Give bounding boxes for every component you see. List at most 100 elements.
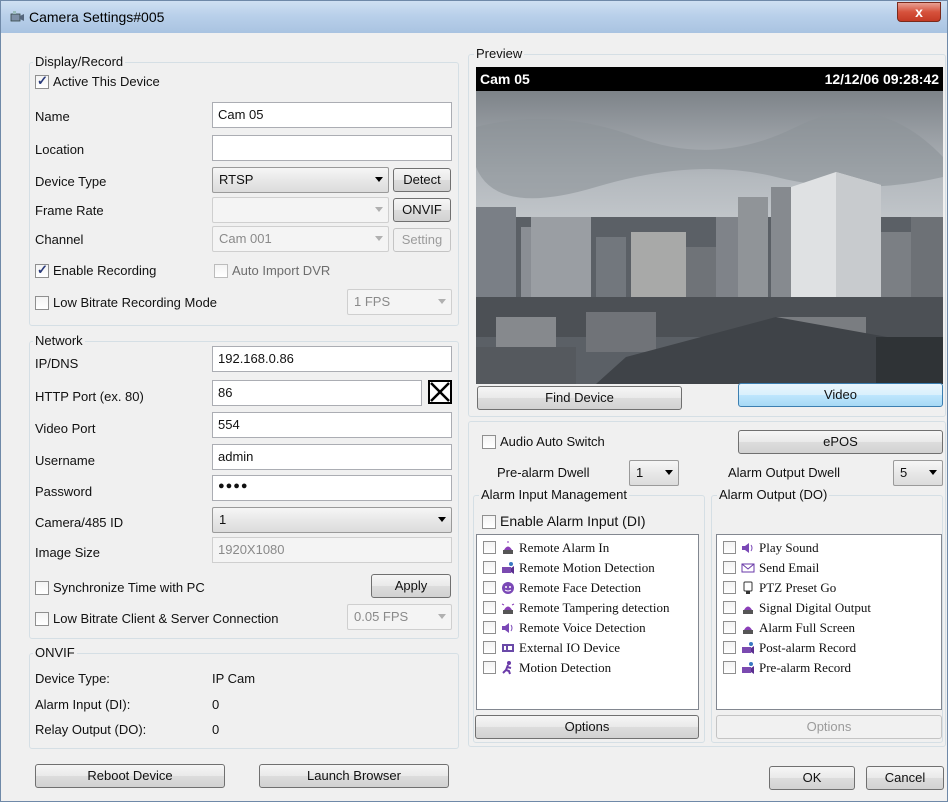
name-input[interactable]: Cam 05 bbox=[212, 102, 452, 128]
camera-id-value: 1 bbox=[219, 512, 227, 527]
onvif-alarm-input-value: 0 bbox=[212, 697, 220, 712]
location-input[interactable] bbox=[212, 135, 452, 161]
ok-button[interactable]: OK bbox=[769, 766, 855, 790]
pre-alarm-dwell-dropdown[interactable]: 1 bbox=[629, 460, 679, 486]
clear-x-icon[interactable] bbox=[428, 380, 452, 404]
camera-settings-window: Camera Settings#005 x Display/Record Act… bbox=[0, 0, 948, 802]
chevron-down-icon bbox=[665, 470, 673, 475]
list-item[interactable]: Remote Tampering detection bbox=[483, 599, 703, 617]
chevron-down-icon bbox=[375, 177, 383, 182]
low-bitrate-checkbox[interactable] bbox=[35, 296, 49, 310]
list-item-checkbox[interactable] bbox=[483, 641, 496, 654]
video-port-input[interactable]: 554 bbox=[212, 412, 452, 438]
active-device-label: Active This Device bbox=[53, 74, 160, 89]
list-item[interactable]: Motion Detection bbox=[483, 659, 703, 677]
list-item-checkbox[interactable] bbox=[723, 541, 736, 554]
camera-preview[interactable]: Cam 05 12/12/06 09:28:42 bbox=[476, 67, 943, 384]
alarm-output-dwell-label: Alarm Output Dwell bbox=[728, 465, 840, 480]
list-item[interactable]: Post-alarm Record bbox=[723, 639, 943, 657]
device-type-dropdown[interactable]: RTSP bbox=[212, 167, 389, 193]
alarm-output-list[interactable]: Play Sound Send Email PTZ Preset Go Sign… bbox=[716, 534, 942, 710]
alarm-output-options-button[interactable]: Options bbox=[716, 715, 942, 739]
camera-id-dropdown[interactable]: 1 bbox=[212, 507, 452, 533]
list-item-checkbox[interactable] bbox=[483, 621, 496, 634]
detect-button[interactable]: Detect bbox=[393, 168, 451, 192]
running-person-icon bbox=[502, 661, 512, 675]
enable-recording-checkbox[interactable] bbox=[35, 262, 49, 278]
list-item[interactable]: Send Email bbox=[723, 559, 943, 577]
ip-dns-input[interactable]: 192.168.0.86 bbox=[212, 346, 452, 372]
record-camera-icon bbox=[742, 642, 754, 654]
list-item[interactable]: External IO Device bbox=[483, 639, 703, 657]
audio-switch-checkbox[interactable] bbox=[482, 435, 496, 449]
epos-button[interactable]: ePOS bbox=[738, 430, 943, 454]
find-device-button[interactable]: Find Device bbox=[477, 386, 682, 410]
city-view-image bbox=[476, 67, 943, 384]
window-title: Camera Settings#005 bbox=[29, 9, 165, 25]
list-item[interactable]: Signal Digital Output bbox=[723, 599, 943, 617]
chevron-down-icon bbox=[375, 236, 383, 241]
setting-button[interactable]: Setting bbox=[393, 228, 451, 252]
list-item-checkbox[interactable] bbox=[723, 661, 736, 674]
http-port-label: HTTP Port (ex. 80) bbox=[35, 389, 144, 404]
alarm-light-icon bbox=[743, 606, 753, 614]
device-type-value: RTSP bbox=[219, 172, 254, 187]
face-icon bbox=[502, 582, 514, 594]
alarm-output-dwell-value: 5 bbox=[900, 465, 908, 480]
audio-switch-label: Audio Auto Switch bbox=[500, 434, 605, 449]
name-label: Name bbox=[35, 109, 70, 124]
speaker-icon bbox=[742, 543, 753, 553]
list-item[interactable]: Alarm Full Screen bbox=[723, 619, 943, 637]
enable-alarm-input-label: Enable Alarm Input (DI) bbox=[500, 513, 646, 529]
list-item[interactable]: Pre-alarm Record bbox=[723, 659, 943, 677]
list-item-checkbox[interactable] bbox=[483, 661, 496, 674]
alarm-output-dwell-dropdown[interactable]: 5 bbox=[893, 460, 943, 486]
onvif-button[interactable]: ONVIF bbox=[393, 198, 451, 222]
title-bar[interactable]: Camera Settings#005 x bbox=[1, 1, 947, 33]
video-button[interactable]: Video bbox=[738, 383, 943, 407]
list-item-checkbox[interactable] bbox=[723, 561, 736, 574]
onvif-alarm-input-label: Alarm Input (DI): bbox=[35, 697, 131, 712]
list-item[interactable]: Remote Alarm In bbox=[483, 539, 703, 557]
close-button[interactable]: x bbox=[897, 2, 941, 22]
low-bitrate-client-checkbox[interactable] bbox=[35, 612, 49, 626]
launch-browser-button[interactable]: Launch Browser bbox=[259, 764, 449, 788]
list-item-checkbox[interactable] bbox=[483, 541, 496, 554]
username-input[interactable]: admin bbox=[212, 444, 452, 470]
list-item-checkbox[interactable] bbox=[723, 581, 736, 594]
onvif-title: ONVIF bbox=[33, 645, 77, 660]
sync-time-checkbox[interactable] bbox=[35, 581, 49, 595]
list-item-checkbox[interactable] bbox=[483, 581, 496, 594]
enable-alarm-input-checkbox[interactable] bbox=[482, 515, 496, 529]
reboot-device-button[interactable]: Reboot Device bbox=[35, 764, 225, 788]
list-item-checkbox[interactable] bbox=[723, 621, 736, 634]
alarm-light-icon bbox=[503, 541, 513, 554]
list-item[interactable]: Remote Voice Detection bbox=[483, 619, 703, 637]
chevron-down-icon bbox=[929, 470, 937, 475]
alarm-input-options-button[interactable]: Options bbox=[475, 715, 699, 739]
enable-recording-label: Enable Recording bbox=[53, 263, 157, 278]
alarm-input-list[interactable]: Remote Alarm In Remote Motion Detection … bbox=[476, 534, 699, 710]
list-item-checkbox[interactable] bbox=[723, 601, 736, 614]
frame-rate-dropdown[interactable] bbox=[212, 197, 389, 223]
list-item[interactable]: Remote Motion Detection bbox=[483, 559, 703, 577]
list-item-checkbox[interactable] bbox=[483, 601, 496, 614]
list-item-checkbox[interactable] bbox=[723, 641, 736, 654]
password-input[interactable]: ●●●● bbox=[212, 475, 452, 501]
active-device-checkbox[interactable] bbox=[35, 73, 49, 89]
low-bitrate-fps-dropdown[interactable]: 1 FPS bbox=[347, 289, 452, 315]
list-item[interactable]: PTZ Preset Go bbox=[723, 579, 943, 597]
cancel-button[interactable]: Cancel bbox=[866, 766, 944, 790]
list-item-checkbox[interactable] bbox=[483, 561, 496, 574]
motion-camera-icon bbox=[502, 562, 514, 574]
channel-dropdown[interactable]: Cam 001 bbox=[212, 226, 389, 252]
client-fps-dropdown[interactable]: 0.05 FPS bbox=[347, 604, 452, 630]
camera-app-icon bbox=[10, 11, 24, 22]
low-bitrate-client-label: Low Bitrate Client & Server Connection bbox=[53, 611, 279, 626]
auto-import-checkbox[interactable] bbox=[214, 264, 228, 278]
list-item[interactable]: Play Sound bbox=[723, 539, 943, 557]
list-item[interactable]: Remote Face Detection bbox=[483, 579, 703, 597]
http-port-input[interactable]: 86 bbox=[212, 380, 422, 406]
preview-camera-name: Cam 05 bbox=[480, 71, 530, 87]
apply-button[interactable]: Apply bbox=[371, 574, 451, 598]
